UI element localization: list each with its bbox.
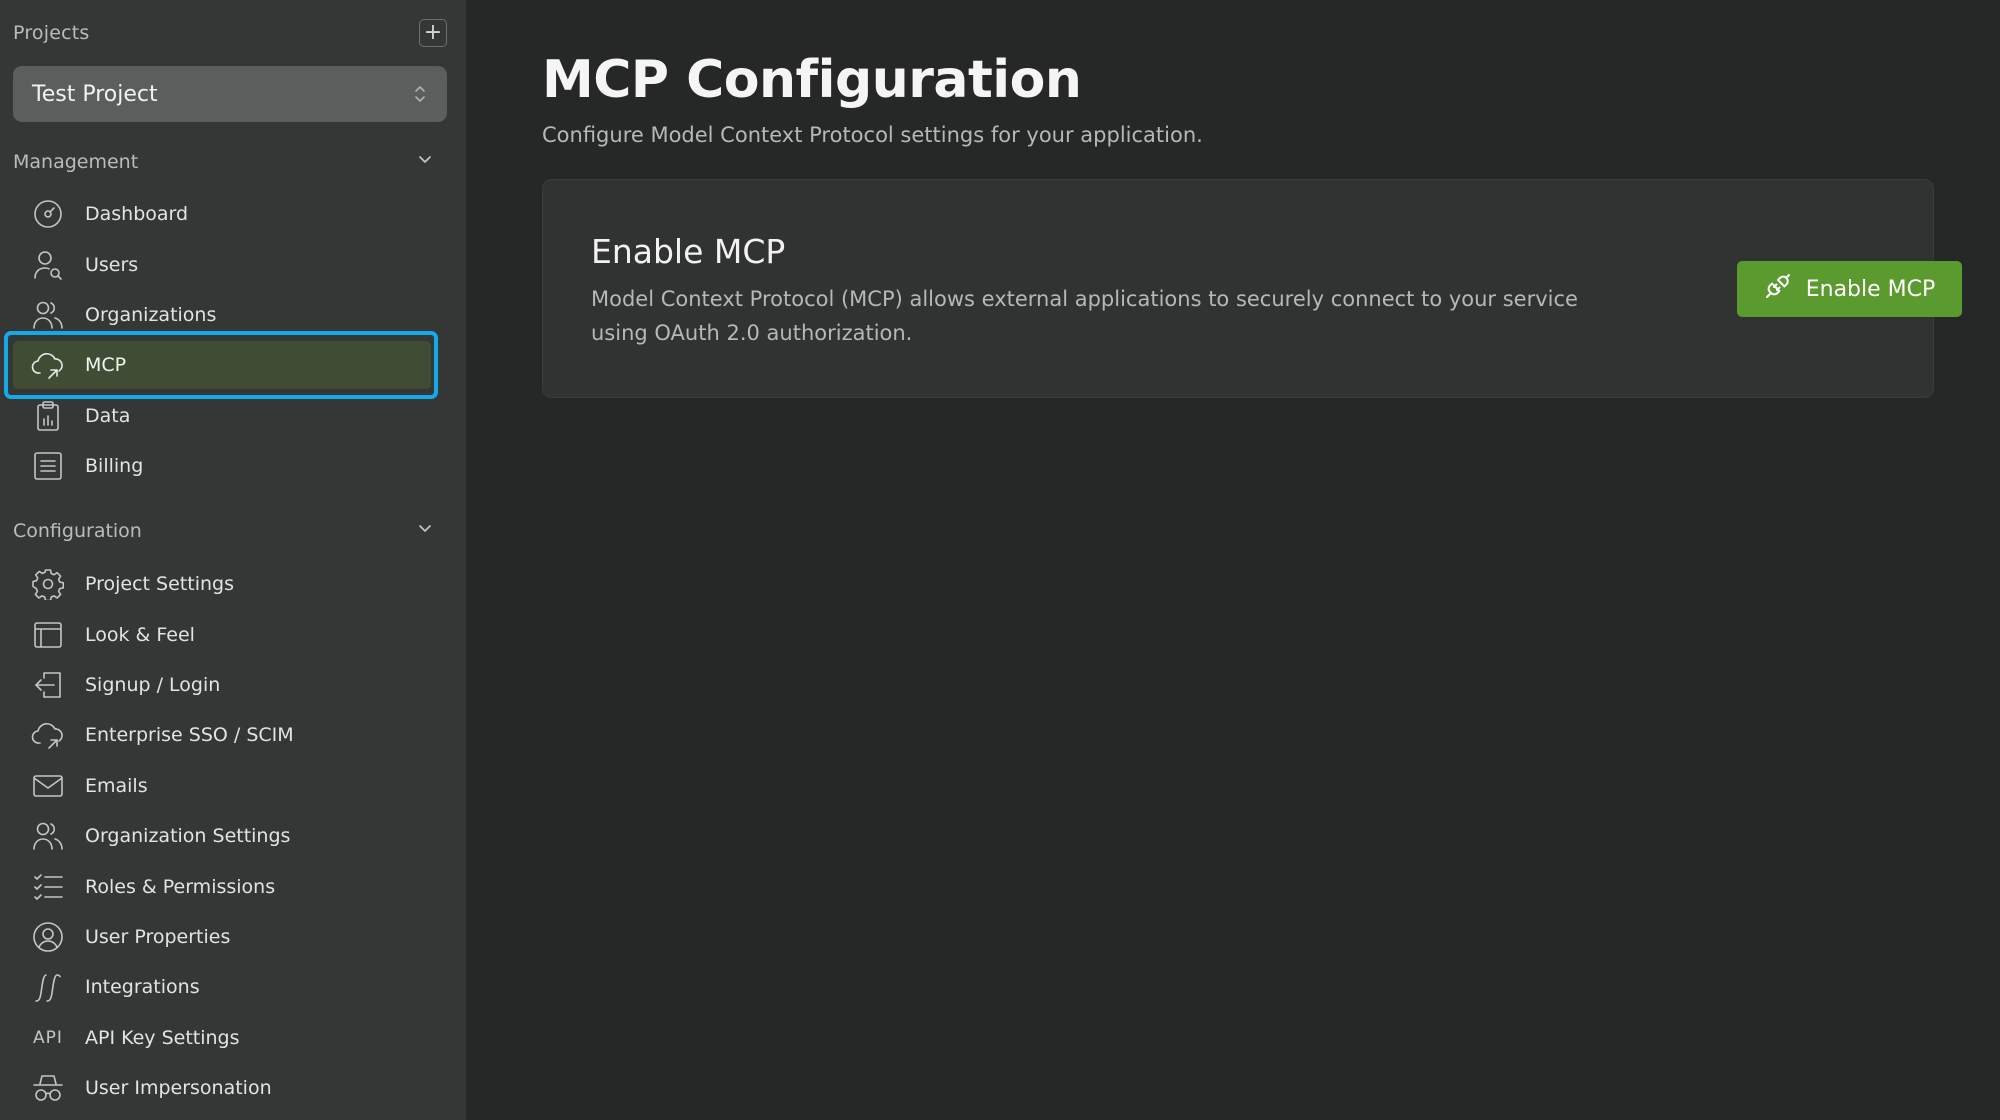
chevron-down-icon (417, 152, 433, 172)
sidebar-item-dashboard[interactable]: Dashboard (13, 190, 431, 238)
browser-window-icon (31, 618, 65, 652)
dashboard-gauge-icon (31, 197, 65, 231)
projects-label: Projects (13, 22, 90, 44)
section-header-management[interactable]: Management (13, 147, 433, 177)
sidebar-item-label: Billing (85, 455, 144, 477)
project-selector-value: Test Project (32, 81, 158, 107)
section-label-management: Management (13, 151, 139, 173)
sidebar-item-label: MCP (85, 354, 127, 376)
sidebar-item-label: API Key Settings (85, 1027, 240, 1049)
sidebar-item-label: Users (85, 254, 139, 276)
user-circle-icon (31, 920, 65, 954)
sidebar-item-data[interactable]: Data (13, 392, 431, 440)
section-header-configuration[interactable]: Configuration (13, 516, 433, 546)
sidebar-item-label: Organization Settings (85, 825, 291, 847)
sidebar-item-label: Project Settings (85, 573, 234, 595)
api-icon-text: API (33, 1028, 63, 1048)
card-title: Enable MCP (591, 232, 786, 271)
checklist-icon (31, 870, 65, 904)
sidebar-item-project-settings[interactable]: Project Settings (13, 560, 431, 608)
projects-header: Projects + (13, 18, 447, 48)
sidebar-item-label: Dashboard (85, 203, 189, 225)
section-label-configuration: Configuration (13, 520, 142, 542)
sidebar-item-label: Organizations (85, 304, 217, 326)
spy-glasses-icon (31, 1071, 65, 1105)
sidebar-item-emails[interactable]: Emails (13, 762, 431, 810)
sidebar-item-mcp[interactable]: MCP (13, 341, 431, 389)
main-content: MCP Configuration Configure Model Contex… (466, 0, 2000, 1120)
sidebar-item-user-properties[interactable]: User Properties (13, 913, 431, 961)
plug-icon (1764, 272, 1792, 306)
sidebar-item-label: Enterprise SSO / SCIM (85, 724, 294, 746)
sidebar-item-label: Signup / Login (85, 674, 221, 696)
clipboard-chart-icon (31, 399, 65, 433)
sidebar-item-user-impersonation[interactable]: User Impersonation (13, 1064, 431, 1112)
enable-mcp-button[interactable]: Enable MCP (1737, 261, 1962, 317)
sidebar-item-organization-settings[interactable]: Organization Settings (13, 812, 431, 860)
app-shell: Projects + Test Project Management Dashb… (0, 0, 2000, 1120)
user-search-icon (31, 248, 65, 282)
chevron-up-down-icon (413, 84, 427, 104)
sidebar-item-label: Emails (85, 775, 148, 797)
sidebar: Projects + Test Project Management Dashb… (0, 0, 466, 1120)
sidebar-item-billing[interactable]: Billing (13, 442, 431, 490)
sidebar-item-roles-permissions[interactable]: Roles & Permissions (13, 863, 431, 911)
cloud-arrow-icon (31, 348, 65, 382)
enable-mcp-card: Enable MCP Model Context Protocol (MCP) … (542, 179, 1962, 398)
integral-icon (31, 970, 65, 1004)
sidebar-item-enterprise-sso[interactable]: Enterprise SSO / SCIM (13, 711, 431, 759)
people-icon (31, 819, 65, 853)
sidebar-item-users[interactable]: Users (13, 241, 431, 289)
enable-mcp-button-label: Enable MCP (1805, 276, 1936, 302)
add-project-button[interactable]: + (419, 19, 447, 47)
sidebar-item-signup-login[interactable]: Signup / Login (13, 661, 431, 709)
page-title: MCP Configuration (542, 50, 1082, 110)
sidebar-item-organizations[interactable]: Organizations (13, 291, 431, 339)
sidebar-item-label: Look & Feel (85, 624, 195, 646)
receipt-icon (31, 449, 65, 483)
login-icon (31, 668, 65, 702)
sidebar-item-label: User Impersonation (85, 1077, 272, 1099)
api-text-icon: API (31, 1021, 65, 1055)
envelope-icon (31, 769, 65, 803)
sidebar-item-label: Data (85, 405, 131, 427)
project-selector[interactable]: Test Project (13, 66, 447, 122)
sidebar-item-label: Integrations (85, 976, 200, 998)
sidebar-item-integrations[interactable]: Integrations (13, 963, 431, 1011)
sidebar-item-label: Roles & Permissions (85, 876, 276, 898)
sidebar-item-api-key-settings[interactable]: API API Key Settings (13, 1014, 431, 1062)
sidebar-item-label: User Properties (85, 926, 231, 948)
page-subtitle: Configure Model Context Protocol setting… (542, 123, 1203, 147)
card-description: Model Context Protocol (MCP) allows exte… (591, 287, 1578, 345)
gear-icon (31, 567, 65, 601)
cloud-arrow-icon (31, 718, 65, 752)
chevron-down-icon (417, 521, 433, 541)
people-icon (31, 298, 65, 332)
sidebar-item-look-and-feel[interactable]: Look & Feel (13, 611, 431, 659)
